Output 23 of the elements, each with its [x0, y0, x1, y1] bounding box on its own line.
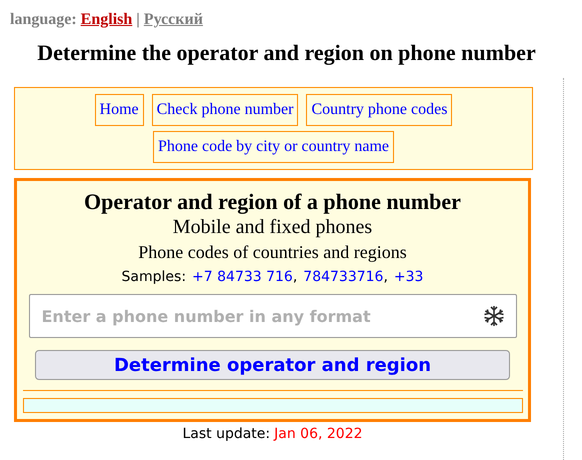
determine-button[interactable]: Determine operator and region — [35, 350, 510, 380]
update-label: Last update: — [182, 425, 270, 444]
separator: | — [136, 10, 140, 30]
language-link[interactable]: English — [80, 8, 132, 32]
separator: , — [292, 268, 298, 287]
sample-link[interactable]: +33 — [394, 267, 424, 288]
snowflake-icon[interactable] — [482, 305, 504, 327]
card-subtitle: Mobile and fixed phones — [172, 215, 372, 239]
card-title: Operator and region of a phone number — [84, 189, 461, 215]
sample-link[interactable]: +7 84733 716 — [192, 267, 293, 288]
page-title: Determine the operator and region on phone number — [36, 39, 537, 67]
phone-input-field[interactable]: Enter a phone number in any format — [28, 294, 516, 338]
sample-link[interactable]: 784733716 — [303, 267, 384, 288]
update-date: Jan 06, 2022 — [274, 425, 363, 444]
samples-label: Samples: — [122, 268, 186, 287]
nav-link[interactable]: Country phone codes — [306, 94, 452, 126]
nav-link[interactable]: Check phone number — [152, 94, 298, 126]
card-tagline: Phone codes of countries and regions — [138, 241, 407, 263]
language-link[interactable]: Русский — [144, 8, 203, 32]
nav-link[interactable]: Phone code by city or country name — [152, 131, 394, 163]
nav-link[interactable]: Home — [94, 94, 144, 126]
separator: , — [383, 268, 388, 287]
language-label: language: — [10, 10, 77, 30]
